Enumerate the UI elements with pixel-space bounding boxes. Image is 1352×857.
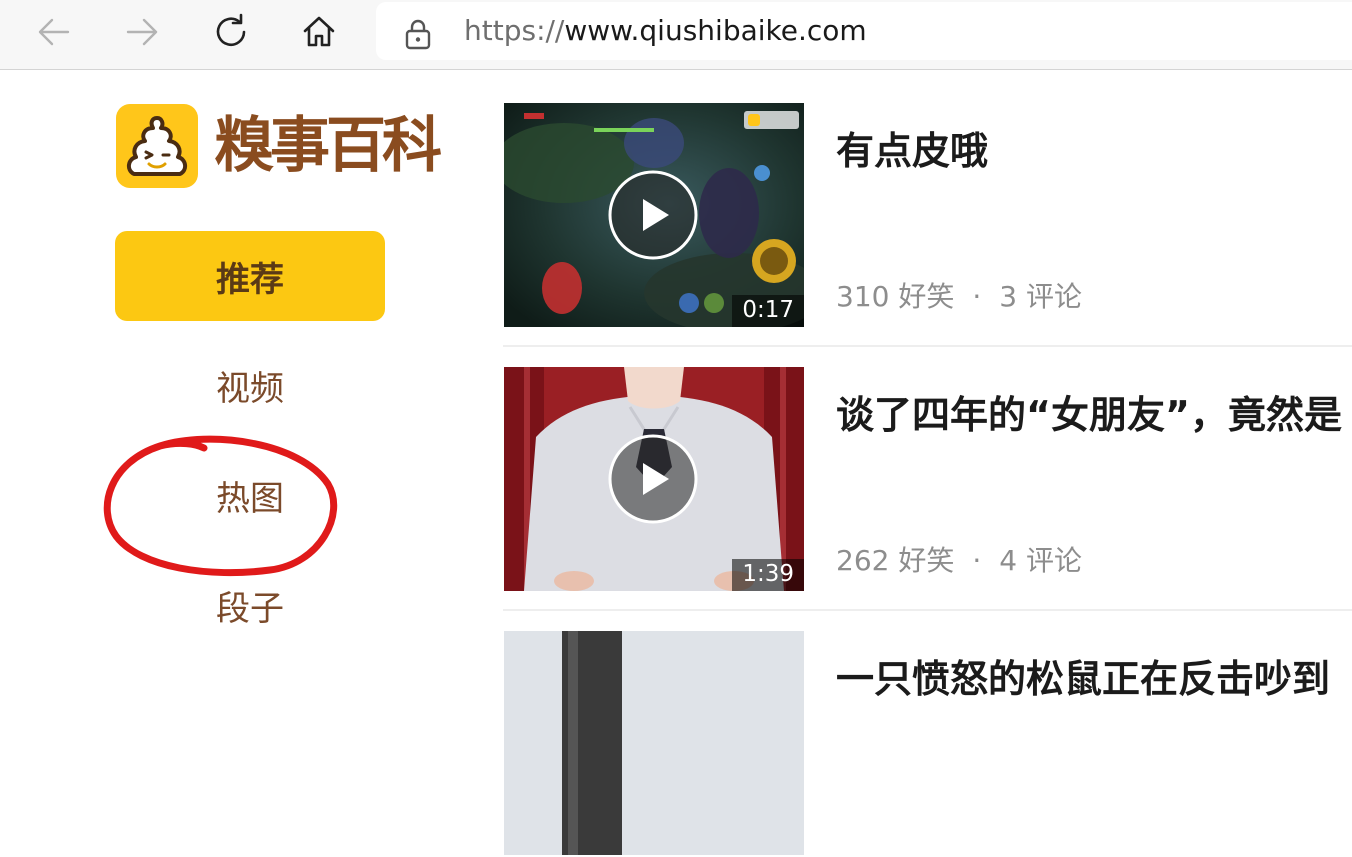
item-title[interactable]: 一只愤怒的松鼠正在反击吵到 xyxy=(836,657,1330,701)
nav-item-jokes[interactable]: 段子 xyxy=(115,575,385,635)
refresh-icon xyxy=(216,13,246,47)
nav-item-label: 视频 xyxy=(216,368,284,409)
video-thumbnail[interactable] xyxy=(504,631,804,855)
feed-item[interactable]: 一只愤怒的松鼠正在反击吵到 xyxy=(503,631,1352,857)
feed-item[interactable]: 0:17 有点皮哦 310 好笑 · 3 评论 xyxy=(503,103,1352,329)
item-title[interactable]: 谈了四年的“女朋友”，竟然是 xyxy=(836,393,1342,437)
divider xyxy=(503,609,1352,611)
comment-count[interactable]: 4 评论 xyxy=(999,544,1082,577)
nav-item-recommend[interactable]: 推荐 xyxy=(115,231,385,321)
play-icon[interactable] xyxy=(608,434,698,524)
nav-item-label: 推荐 xyxy=(216,259,284,300)
back-button[interactable] xyxy=(34,12,74,52)
video-thumbnail[interactable]: 0:17 xyxy=(504,103,804,327)
arrow-left-icon xyxy=(38,18,70,46)
lock-icon xyxy=(405,19,431,50)
arrow-right-icon xyxy=(126,18,158,46)
browser-toolbar: https://www.qiushibaike.com xyxy=(0,0,1352,70)
item-stats: 310 好笑 · 3 评论 xyxy=(836,275,1082,315)
refresh-button[interactable] xyxy=(211,12,251,52)
item-title[interactable]: 有点皮哦 xyxy=(836,129,988,173)
nav-item-video[interactable]: 视频 xyxy=(115,355,385,415)
home-button[interactable] xyxy=(299,12,339,52)
nav-item-label: 热图 xyxy=(216,478,284,519)
squirrel-scene-image xyxy=(504,631,804,855)
nav-item-hot-images[interactable]: 热图 xyxy=(115,465,385,525)
forward-button[interactable] xyxy=(122,12,162,52)
feed-item[interactable]: 1:39 谈了四年的“女朋友”，竟然是 262 好笑 · 4 评论 xyxy=(503,367,1352,593)
separator-dot: · xyxy=(972,280,982,313)
divider xyxy=(503,345,1352,347)
video-duration: 0:17 xyxy=(732,295,804,327)
nav-item-label: 段子 xyxy=(216,588,284,629)
logo-badge[interactable] xyxy=(116,104,198,188)
address-bar[interactable]: https://www.qiushibaike.com xyxy=(376,2,1352,60)
separator-dot: · xyxy=(972,544,982,577)
laugh-count: 310 好笑 xyxy=(836,280,955,313)
play-icon[interactable] xyxy=(608,170,698,260)
url-text: https://www.qiushibaike.com xyxy=(464,14,867,48)
item-stats: 262 好笑 · 4 评论 xyxy=(836,539,1082,579)
url-host: www.qiushibaike.com xyxy=(564,14,867,47)
video-thumbnail[interactable]: 1:39 xyxy=(504,367,804,591)
url-scheme: https:// xyxy=(464,14,565,47)
laugh-count: 262 好笑 xyxy=(836,544,955,577)
video-duration: 1:39 xyxy=(732,559,804,591)
home-icon xyxy=(303,16,335,47)
poop-mascot-icon xyxy=(127,116,187,176)
logo-wordmark: 糗事百科 xyxy=(214,111,442,181)
comment-count[interactable]: 3 评论 xyxy=(999,280,1082,313)
